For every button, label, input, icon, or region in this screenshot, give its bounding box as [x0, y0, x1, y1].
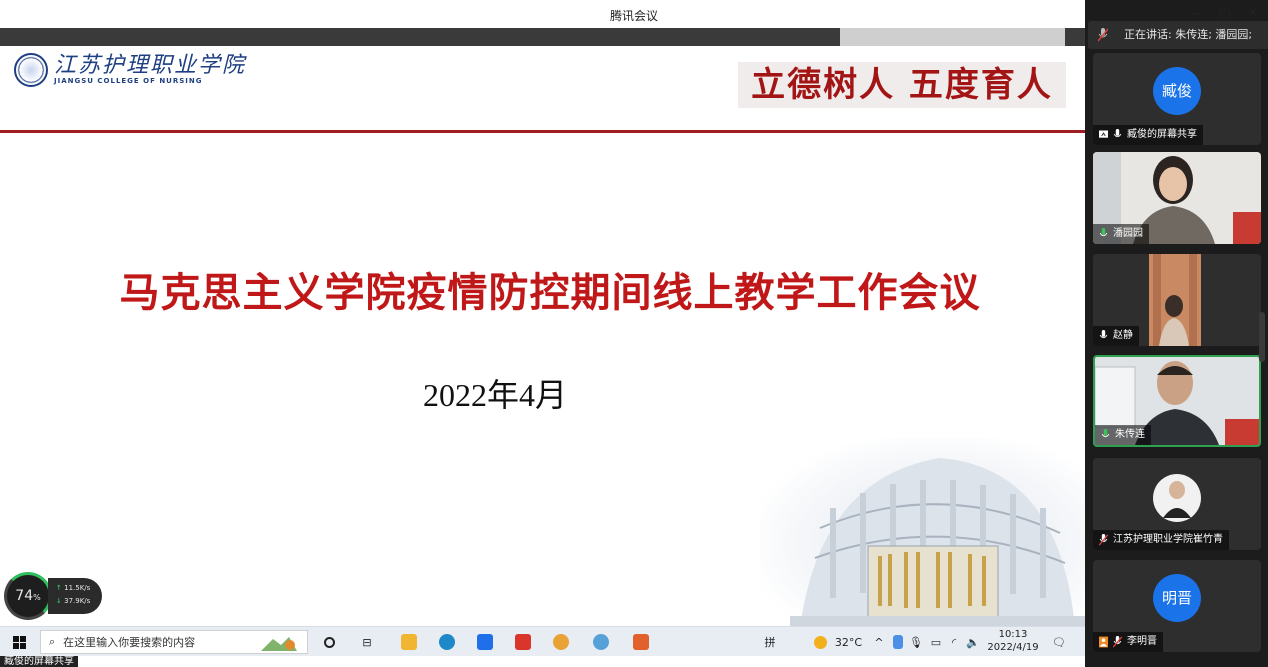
microphone-icon [1113, 129, 1122, 138]
upload-arrow-icon: ↑ [56, 584, 62, 592]
notification-center-icon[interactable]: 🗨 [1046, 627, 1072, 657]
slide-title: 马克思主义学院疫情防控期间线上教学工作会议 [119, 270, 981, 316]
app-tray-icon[interactable] [890, 627, 906, 657]
presentation-app-icon[interactable] [630, 627, 652, 657]
shared-screen-top-strip [0, 28, 1085, 46]
participant-label: 李明晋 [1127, 636, 1157, 647]
participant-tile-zhaojing[interactable]: 赵静 [1093, 254, 1261, 346]
slide-date: 2022年4月 [422, 377, 567, 413]
microphone-tray-icon[interactable]: 🎙 [908, 627, 924, 657]
participant-label: 朱传连 [1115, 429, 1145, 440]
header-divider [0, 130, 1085, 133]
screen-share-icon [1099, 130, 1108, 138]
speaking-indicator: 正在讲话: 朱传连; 潘园园; [1088, 21, 1268, 49]
task-view-icon[interactable]: ⊟ [356, 627, 378, 657]
participant-tile-zangjun[interactable]: 臧俊 臧俊的屏幕共享 [1093, 53, 1261, 145]
weather-temp: 32°C [834, 635, 863, 649]
network-speed-widget[interactable]: 74% ↑ 11.5K/s ↓ 37.9K/s [4, 572, 102, 620]
file-explorer-icon[interactable] [398, 627, 420, 657]
participant-name-bar: 朱传连 [1095, 425, 1151, 445]
participant-list-scrollbar[interactable] [1259, 312, 1265, 362]
participant-name-bar: 李明晋 [1093, 632, 1163, 652]
app-icon-2[interactable] [590, 627, 612, 657]
usage-percent: 74 [15, 588, 34, 604]
participant-name-bar: 臧俊的屏幕共享 [1093, 125, 1203, 145]
microphone-muted-icon [1113, 636, 1122, 648]
search-icon: ⌕ [49, 635, 56, 648]
participant-label: 赵静 [1113, 330, 1133, 341]
windows-taskbar: ⌕ 在这里输入你要搜索的内容 ⊟ 拼 32°C ^ 🎙 ▭ ◜ 🔈 10:13 … [0, 626, 1085, 656]
participant-tile-cuizhuqing[interactable]: 江苏护理职业学院崔竹青 [1093, 458, 1261, 550]
window-titlebar: 腾讯会议 [0, 0, 1268, 28]
avatar: 臧俊 [1153, 67, 1201, 115]
microphone-muted-icon [1099, 534, 1108, 546]
search-highlight-icon[interactable] [256, 627, 302, 657]
participant-name-bar: 潘园园 [1093, 224, 1149, 244]
weather-widget[interactable]: 32°C [808, 627, 868, 657]
volume-icon[interactable]: 🔈 [964, 627, 982, 657]
download-speed: 37.9 [64, 597, 80, 605]
participant-tile-limingjin[interactable]: 明晋 李明晋 [1093, 560, 1261, 652]
user-icon [1099, 636, 1108, 648]
app-icon[interactable] [550, 627, 572, 657]
participant-label: 江苏护理职业学院崔竹青 [1113, 534, 1223, 545]
clock-date: 2022/4/19 [987, 642, 1039, 653]
show-hidden-icons-chevron-icon[interactable]: ^ [872, 627, 886, 657]
wifi-icon[interactable]: ◜ [946, 627, 962, 657]
search-placeholder: 在这里输入你要搜索的内容 [63, 636, 196, 649]
taskbar-clock[interactable]: 10:13 2022/4/19 [984, 628, 1042, 654]
upload-speed: 11.5 [64, 584, 80, 592]
download-arrow-icon: ↓ [56, 597, 62, 605]
battery-icon[interactable]: ▭ [928, 627, 944, 657]
cortana-icon[interactable] [318, 627, 340, 657]
wps-icon[interactable] [512, 627, 534, 657]
participant-tile-zhuchuanlian[interactable]: 朱传连 [1093, 355, 1261, 447]
ime-indicator[interactable]: 拼 [760, 627, 780, 657]
monument-illustration [760, 438, 1085, 628]
school-motto: 立德树人 五度育人 [738, 62, 1066, 108]
tencent-meeting-icon[interactable] [474, 627, 496, 657]
speed-readout: ↑ 11.5K/s ↓ 37.9K/s [48, 578, 102, 614]
sun-icon [813, 635, 827, 649]
school-name-cn: 江苏护理职业学院 [54, 53, 247, 78]
usage-percent-unit: % [33, 593, 41, 602]
school-name-en: JIANGSU COLLEGE OF NURSING [54, 77, 203, 85]
download-unit: K/s [79, 597, 91, 605]
microphone-icon [1099, 330, 1108, 339]
cpu-usage-ring: 74% [4, 572, 52, 620]
screen-share-label: 臧俊的屏幕共享 [0, 656, 78, 667]
participant-label: 臧俊的屏幕共享 [1127, 129, 1197, 140]
school-seal-icon [14, 53, 48, 87]
window-title: 腾讯会议 [609, 9, 658, 23]
participant-label: 潘园园 [1113, 228, 1143, 239]
participant-name-bar: 赵静 [1093, 326, 1139, 346]
school-logo: 江苏护理职业学院 JIANGSU COLLEGE OF NURSING [14, 52, 246, 88]
shared-screen: 江苏护理职业学院 JIANGSU COLLEGE OF NURSING 立德树人… [0, 28, 1085, 628]
speaking-text: 正在讲话: 朱传连; 潘园园; [1124, 28, 1253, 41]
upload-unit: K/s [79, 584, 91, 592]
participant-tile-panyuanyuan[interactable]: 潘园园 [1093, 152, 1261, 244]
microphone-muted-icon [1098, 28, 1108, 42]
windows-start-icon[interactable] [6, 627, 32, 657]
microphone-active-icon [1101, 429, 1110, 438]
microphone-active-icon [1099, 228, 1108, 237]
edge-browser-icon[interactable] [436, 627, 458, 657]
participant-name-bar: 江苏护理职业学院崔竹青 [1093, 530, 1229, 550]
avatar: 明晋 [1153, 574, 1201, 622]
clock-time: 10:13 [998, 629, 1028, 640]
